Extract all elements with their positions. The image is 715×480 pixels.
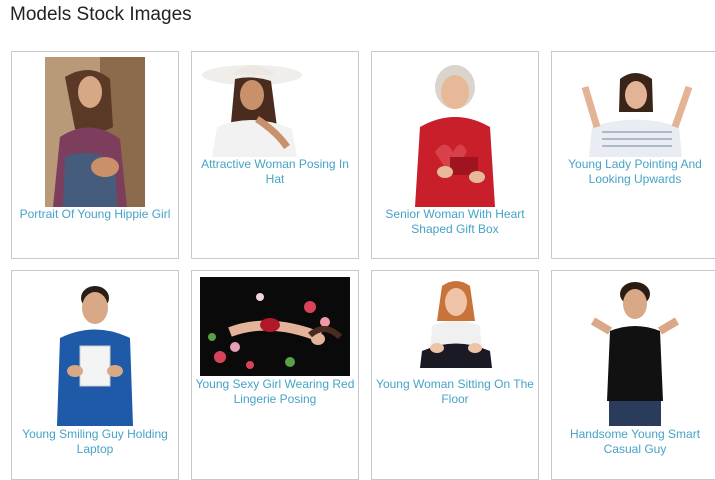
- casual-guy-photo[interactable]: [585, 276, 685, 426]
- woman-sitting-photo[interactable]: [377, 276, 535, 376]
- gallery-item-caption[interactable]: Young Smiling Guy Holding Laptop: [14, 427, 176, 457]
- guy-with-laptop-photo[interactable]: [45, 276, 145, 426]
- gallery-card[interactable]: Young Lady Pointing And Looking Upwards: [551, 51, 715, 259]
- gallery-card[interactable]: Young Woman Sitting On The Floor: [371, 270, 539, 480]
- gallery-item-caption[interactable]: Young Sexy Girl Wearing Red Lingerie Pos…: [194, 377, 356, 407]
- gallery-item-caption[interactable]: Young Woman Sitting On The Floor: [374, 377, 536, 407]
- gallery-card[interactable]: Attractive Woman Posing In Hat: [191, 51, 359, 259]
- senior-woman-gift-photo[interactable]: [405, 57, 505, 207]
- gallery-card[interactable]: Senior Woman With Heart Shaped Gift Box: [371, 51, 539, 259]
- girl-in-flowers-photo[interactable]: [200, 277, 350, 376]
- woman-in-hat-photo[interactable]: [197, 57, 355, 157]
- gallery-item-caption[interactable]: Young Lady Pointing And Looking Upwards: [554, 157, 715, 187]
- gallery-item-caption[interactable]: Attractive Woman Posing In Hat: [194, 157, 356, 187]
- page-title: Models Stock Images: [10, 4, 192, 25]
- gallery-item-caption[interactable]: Handsome Young Smart Casual Guy: [554, 427, 715, 457]
- gallery-card[interactable]: Portrait Of Young Hippie Girl: [11, 51, 179, 259]
- lady-pointing-up-photo[interactable]: [557, 57, 715, 157]
- gallery-card[interactable]: Handsome Young Smart Casual Guy: [551, 270, 715, 480]
- gallery-item-caption[interactable]: Portrait Of Young Hippie Girl: [14, 207, 176, 222]
- gallery-card[interactable]: Young Smiling Guy Holding Laptop: [11, 270, 179, 480]
- hippie-girl-photo[interactable]: [45, 57, 145, 207]
- gallery-card[interactable]: Young Sexy Girl Wearing Red Lingerie Pos…: [191, 270, 359, 480]
- gallery-item-caption[interactable]: Senior Woman With Heart Shaped Gift Box: [374, 207, 536, 237]
